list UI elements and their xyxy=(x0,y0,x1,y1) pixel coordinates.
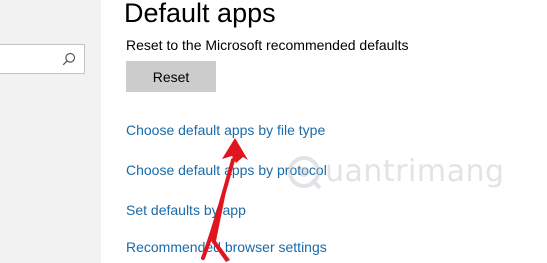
search-icon xyxy=(62,52,76,66)
set-defaults-by-app-link[interactable]: Set defaults by app xyxy=(126,201,246,219)
recommended-browser-settings-link[interactable]: Recommended browser settings xyxy=(126,238,327,256)
default-apps-page: Default apps Reset to the Microsoft reco… xyxy=(101,0,547,263)
choose-default-apps-by-protocol-link[interactable]: Choose default apps by protocol xyxy=(126,161,327,179)
search-input[interactable] xyxy=(0,44,85,74)
reset-description: Reset to the Microsoft recommended defau… xyxy=(126,37,409,53)
settings-sidebar xyxy=(0,0,101,263)
reset-button[interactable]: Reset xyxy=(126,61,216,92)
page-title: Default apps xyxy=(124,0,276,28)
choose-default-apps-by-file-type-link[interactable]: Choose default apps by file type xyxy=(126,121,325,139)
